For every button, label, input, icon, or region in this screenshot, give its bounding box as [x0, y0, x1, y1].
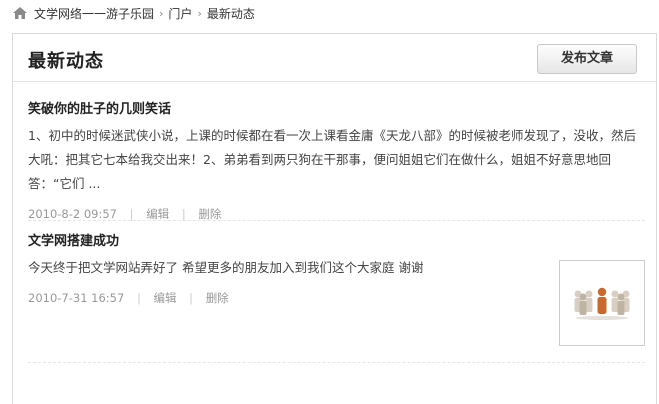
delete-link[interactable]: 删除 [206, 290, 229, 306]
edit-link[interactable]: 编辑 [146, 206, 169, 222]
breadcrumb-portal-link[interactable]: 门户 [168, 5, 192, 22]
edit-link[interactable]: 编辑 [154, 290, 177, 306]
publish-article-button[interactable]: 发布文章 [537, 44, 637, 74]
breadcrumb-current: 最新动态 [206, 6, 255, 21]
post-date: 2010-7-31 16:57 [28, 291, 125, 305]
breadcrumb-separator: › [197, 6, 202, 20]
team-people-icon [574, 287, 630, 320]
breadcrumb-site-link[interactable]: 文学网络一一游子乐园 [34, 5, 154, 22]
page-title: 最新动态 [28, 51, 104, 72]
post-title-link[interactable]: 笑破你的肚子的几则笑话 [28, 100, 645, 120]
post-meta: 2010-8-2 09:57 | 编辑 | 删除 [28, 206, 645, 222]
breadcrumb-separator: › [159, 6, 164, 20]
meta-divider: | [181, 207, 186, 221]
feed-panel: 最新动态 发布文章 笑破你的肚子的几则笑话 1、初中的时候迷武侠小说，上课的时候… [12, 33, 657, 404]
post-meta: 2010-7-31 16:57 | 编辑 | 删除 [28, 290, 645, 306]
meta-divider: | [129, 207, 134, 221]
meta-divider: | [189, 291, 194, 305]
post-title-link[interactable]: 文学网搭建成功 [28, 232, 645, 252]
post-summary: 1、初中的时候迷武侠小说，上课的时候都在看一次上课看金庸《天龙八部》的时候被老师… [28, 128, 636, 191]
meta-divider: | [136, 291, 141, 305]
feed-item: 文学网搭建成功 今天终于把文学网站弄好了 希望更多的朋友加入到我们这个大家庭 谢… [28, 232, 645, 363]
post-thumbnail[interactable] [559, 260, 645, 346]
panel-header: 最新动态 发布文章 [13, 34, 656, 82]
breadcrumb: 文学网络一一游子乐园 › 门户 › 最新动态 [12, 4, 255, 22]
home-icon[interactable] [12, 5, 28, 21]
delete-link[interactable]: 删除 [198, 206, 221, 222]
post-date: 2010-8-2 09:57 [28, 207, 117, 221]
feed-item: 笑破你的肚子的几则笑话 1、初中的时候迷武侠小说，上课的时候都在看一次上课看金庸… [28, 100, 645, 221]
post-summary: 今天终于把文学网站弄好了 希望更多的朋友加入到我们这个大家庭 谢谢 [28, 260, 424, 275]
